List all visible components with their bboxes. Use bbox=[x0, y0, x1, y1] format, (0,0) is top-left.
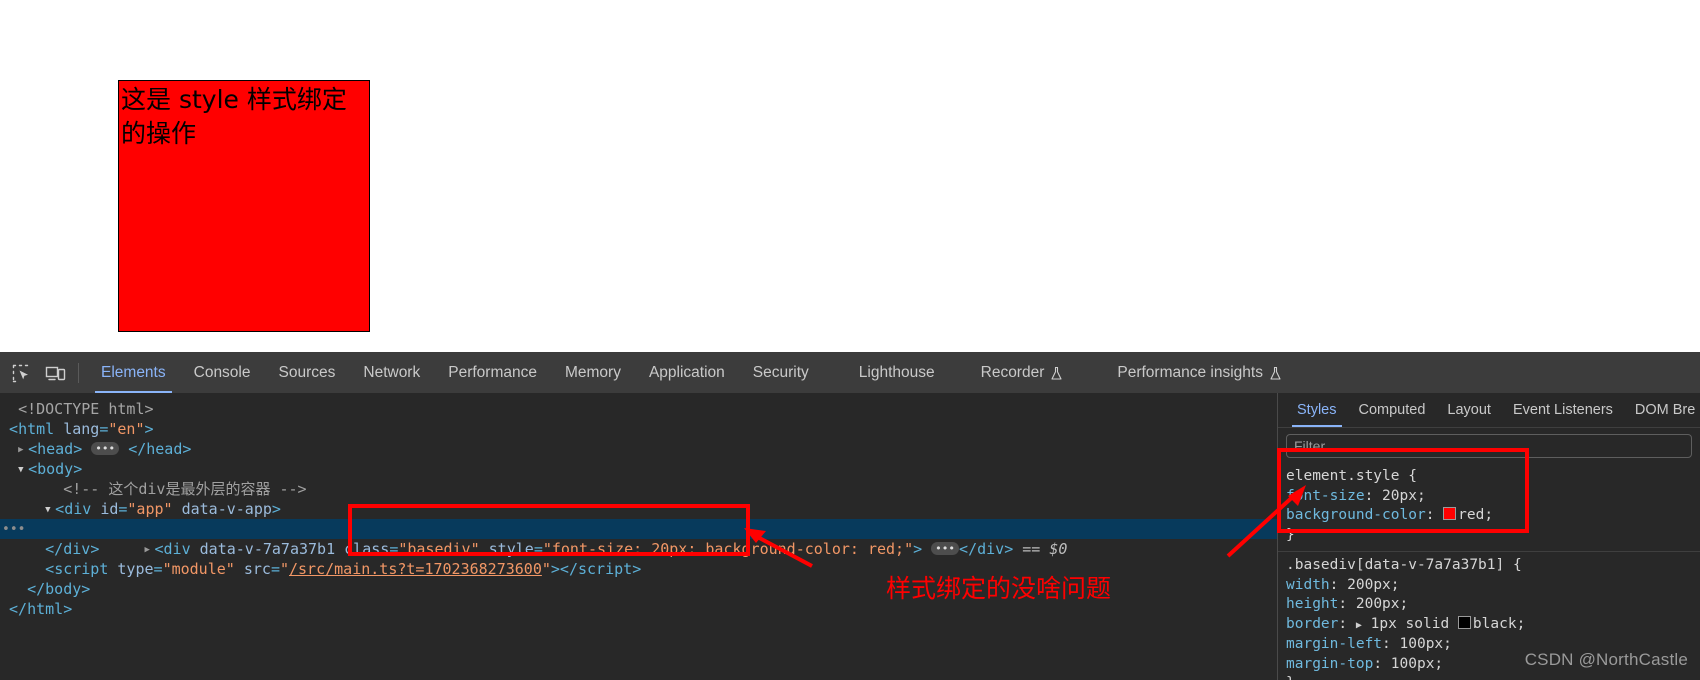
dom-line-head[interactable]: ▶ <head> ••• </head> bbox=[0, 439, 1277, 459]
browser-viewport: 这是 style 样式绑定的操作 bbox=[0, 0, 1700, 352]
tab-memory[interactable]: Memory bbox=[551, 353, 635, 393]
css-property-name[interactable]: height bbox=[1286, 596, 1338, 612]
toolbar-divider bbox=[78, 363, 79, 383]
css-property-name[interactable]: width bbox=[1286, 577, 1330, 593]
tab-label: Console bbox=[193, 364, 251, 381]
sidebar-tab-label: Styles bbox=[1297, 402, 1337, 418]
css-property-value[interactable]: 200px; bbox=[1356, 596, 1408, 612]
dom-line-app-div[interactable]: ▼ <div id="app" data-v-app> bbox=[0, 499, 1277, 519]
sidebar-tab-dom-breakpoints[interactable]: DOM Bre bbox=[1624, 393, 1700, 427]
tab-label: Lighthouse bbox=[858, 364, 935, 381]
tab-label: Sources bbox=[278, 364, 336, 381]
css-property-value[interactable]: 200px; bbox=[1347, 577, 1399, 593]
sidebar-tab-label: Computed bbox=[1358, 402, 1426, 418]
tab-sources[interactable]: Sources bbox=[265, 353, 350, 393]
css-property-value[interactable]: red; bbox=[1458, 507, 1493, 523]
devtools-tabstrip: Elements Console Sources Network Perform… bbox=[0, 353, 1700, 393]
devtools-panel: Elements Console Sources Network Perform… bbox=[0, 352, 1700, 680]
css-rule-close: } bbox=[1286, 675, 1295, 680]
script-src-link[interactable]: /src/main.ts?t=1702368273600 bbox=[289, 560, 542, 578]
tab-label: Performance insights bbox=[1117, 364, 1263, 381]
tab-label: Performance bbox=[448, 364, 537, 381]
sidebar-tab-label: DOM Bre bbox=[1634, 402, 1696, 418]
tab-network[interactable]: Network bbox=[349, 353, 434, 393]
sidebar-tab-event-listeners[interactable]: Event Listeners bbox=[1502, 393, 1624, 427]
tab-performance[interactable]: Performance bbox=[434, 353, 551, 393]
css-property-name[interactable]: margin-top bbox=[1286, 656, 1373, 672]
dom-line-app-div-close[interactable]: </div> bbox=[0, 539, 1277, 559]
tab-console[interactable]: Console bbox=[180, 353, 265, 393]
css-property-name[interactable]: font-size bbox=[1286, 488, 1365, 504]
dom-line-html-close[interactable]: </html> bbox=[0, 599, 1277, 619]
sidebar-tab-label: Event Listeners bbox=[1512, 402, 1613, 418]
dom-line-script[interactable]: <script type="module" src="/src/main.ts?… bbox=[0, 559, 1277, 579]
css-selector: element.style { bbox=[1286, 468, 1417, 484]
styles-filter-input[interactable] bbox=[1286, 434, 1692, 458]
dom-line-body-close[interactable]: </body> bbox=[0, 579, 1277, 599]
sidebar-tab-label: Layout bbox=[1447, 402, 1491, 418]
color-swatch-icon[interactable] bbox=[1443, 507, 1457, 520]
css-property-name[interactable]: margin-left bbox=[1286, 636, 1382, 652]
dom-line-doctype[interactable]: <!DOCTYPE html> bbox=[0, 399, 1277, 419]
inspect-element-icon[interactable] bbox=[4, 353, 38, 393]
collapsed-content-icon[interactable]: ••• bbox=[91, 442, 120, 455]
tab-security[interactable]: Security bbox=[739, 353, 823, 393]
tab-elements[interactable]: Elements bbox=[87, 353, 180, 393]
styles-sidebar-tabs: Styles Computed Layout Event Listeners D… bbox=[1278, 393, 1700, 428]
flask-icon bbox=[1050, 366, 1063, 381]
tab-label: Memory bbox=[564, 364, 621, 381]
sidebar-tab-computed[interactable]: Computed bbox=[1348, 393, 1437, 427]
tab-label: Application bbox=[648, 364, 725, 381]
dom-line-body-open[interactable]: ▼ <body> bbox=[0, 459, 1277, 479]
device-toolbar-icon[interactable] bbox=[38, 353, 72, 393]
styles-sidebar: Styles Computed Layout Event Listeners D… bbox=[1277, 393, 1700, 680]
styles-filter-wrapper bbox=[1278, 428, 1700, 463]
tab-lighthouse[interactable]: Lighthouse bbox=[845, 353, 949, 393]
css-rule-close: } bbox=[1286, 526, 1295, 543]
tab-recorder[interactable]: Recorder bbox=[967, 353, 1078, 393]
tab-application[interactable]: Application bbox=[635, 353, 739, 393]
css-property-value[interactable]: 100px; bbox=[1400, 636, 1452, 652]
tab-label: Security bbox=[752, 364, 809, 381]
tab-label: Recorder bbox=[980, 364, 1045, 381]
css-property-name[interactable]: background-color bbox=[1286, 507, 1426, 523]
tab-label: Elements bbox=[101, 364, 166, 381]
tab-label: Network bbox=[363, 364, 421, 381]
css-rule-element-style[interactable]: element.style { font-size: 20px; backgro… bbox=[1278, 463, 1700, 549]
css-property-name[interactable]: border bbox=[1286, 616, 1338, 632]
tab-performance-insights[interactable]: Performance insights bbox=[1103, 353, 1296, 393]
dom-tree-pane[interactable]: <!DOCTYPE html> <html lang="en"> ▶ <head>… bbox=[0, 393, 1277, 680]
css-selector: .basediv[data-v-7a7a37b1] { bbox=[1286, 557, 1522, 573]
flask-icon bbox=[1269, 366, 1282, 381]
row-overflow-dots: ••• bbox=[2, 522, 26, 537]
dom-line-comment[interactable]: <!-- 这个div是最外层的容器 --> bbox=[0, 479, 1277, 499]
dom-line-html-open[interactable]: <html lang="en"> bbox=[0, 419, 1277, 439]
watermark: CSDN @NorthCastle bbox=[1524, 650, 1688, 669]
css-property-value[interactable]: 100px; bbox=[1391, 656, 1443, 672]
dom-comment-text: 这个div是最外层的容器 bbox=[108, 480, 271, 498]
sidebar-tab-layout[interactable]: Layout bbox=[1436, 393, 1502, 427]
styled-red-box: 这是 style 样式绑定的操作 bbox=[118, 80, 370, 332]
color-swatch-icon[interactable] bbox=[1457, 615, 1471, 629]
dom-line-selected-basediv[interactable]: ••• ▶ <div data-v-7a7a37b1 class="basediv… bbox=[0, 519, 1277, 558]
sidebar-tab-styles[interactable]: Styles bbox=[1286, 393, 1348, 427]
css-property-value[interactable]: 20px; bbox=[1382, 488, 1426, 504]
